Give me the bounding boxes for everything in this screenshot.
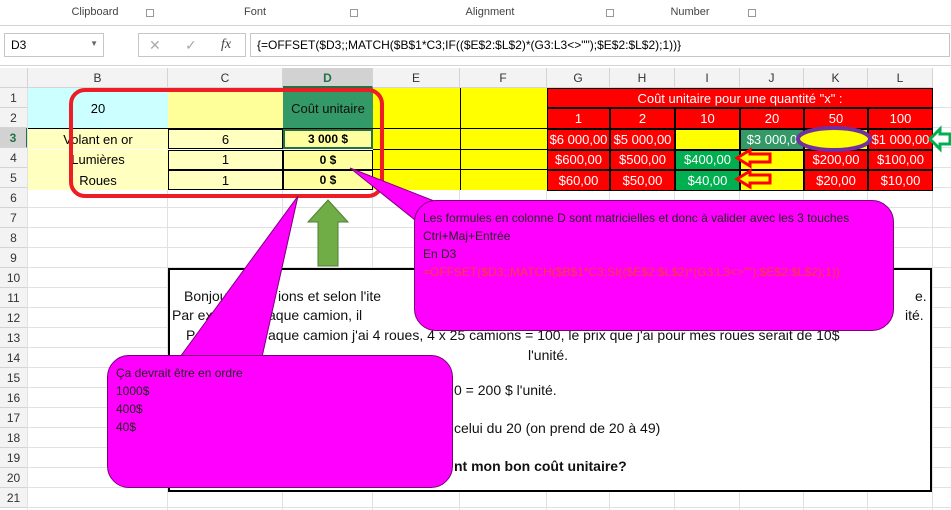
callout-text: 400$ [116, 402, 143, 416]
callout-text: En D3 [423, 247, 457, 261]
callout-text: Ça devrait être en ordre [116, 366, 243, 380]
callout-bottom-tail [179, 195, 299, 358]
callout-text: Ctrl+Maj+Entrée [423, 229, 511, 243]
green-up-arrow-icon [306, 199, 350, 267]
callout-formula: =OFFSET($D3;;MATCH($B$1*C3;SI(($E$2:$L$2… [423, 265, 840, 279]
green-left-arrow-icon [927, 125, 951, 153]
red-left-arrow-icon [734, 147, 772, 169]
callout-text: 40$ [116, 420, 137, 434]
callout-text: 1000$ [116, 384, 150, 398]
red-left-arrow-icon [734, 168, 772, 190]
callout-array-formula[interactable]: Les formules en colonne D sont matriciel… [414, 200, 894, 331]
callout-text: Les formules en colonne D sont matriciel… [423, 211, 850, 225]
red-highlight-rectangle [69, 88, 384, 198]
callout-expected-order[interactable]: Ça devrait être en ordre 1000$ 400$ 40$ [107, 355, 453, 488]
purple-ellipse-highlight [796, 126, 872, 152]
